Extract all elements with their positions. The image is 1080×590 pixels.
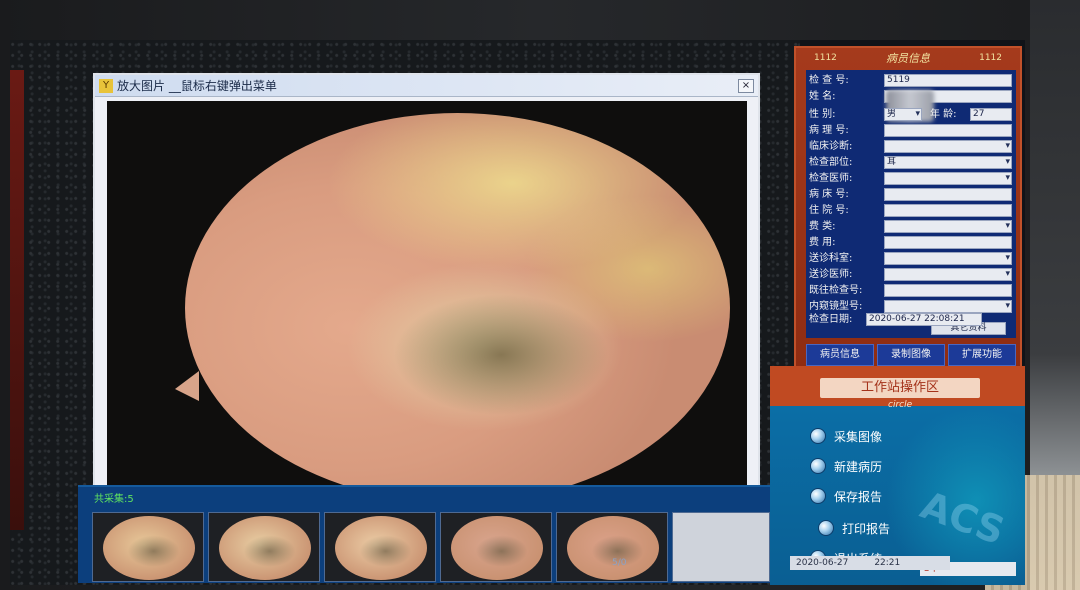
field-clinical-diagnosis: 临床诊断: [806,140,1016,154]
referral-doctor-select[interactable] [884,268,1012,281]
field-label: 检查医师: [809,173,853,184]
exam-site-select[interactable]: 耳 [884,156,1012,169]
print-report-button[interactable]: 打印报告 [818,518,890,538]
save-report-button[interactable]: 保存报告 [810,486,882,506]
field-label: 年 龄: [930,109,957,120]
tab-record-image[interactable]: 录制图像 [877,344,945,366]
field-exam-site: 检查部位: 耳 [806,156,1016,170]
workstation-panel: 工作站操作区 circle ACS 采集图像 新建病历 保存报告 打印报告 退出… [770,366,1025,585]
field-label: 病 床 号: [809,189,849,200]
info-panel-title: 病员信息 [886,52,930,65]
thumbnail-empty-slot[interactable] [672,512,770,582]
thumbnail-3[interactable] [324,512,436,582]
thumbnail-1[interactable] [92,512,204,582]
field-label: 既往检查号: [809,285,863,296]
thumbnail-5[interactable] [556,512,668,582]
watermark-logo: ACS [915,482,1011,554]
exam-no-input[interactable]: 5119 [884,74,1012,87]
field-pathology-no: 病 理 号: [806,124,1016,138]
image-tip [175,371,199,401]
field-label: 检查部位: [809,157,853,168]
bed-no-input[interactable] [884,188,1012,201]
field-referral-doctor: 送诊医师: [806,268,1016,282]
field-previous-exam-no: 既往检查号: [806,284,1016,298]
new-record-button[interactable]: 新建病历 [810,456,882,476]
field-label: 住 院 号: [809,205,849,216]
thumbnail-image [567,516,659,580]
thumbnail-image [335,516,427,580]
field-exam-date-row: 检查日期: 2020-06-27 22:08:21 [806,313,1016,327]
image-viewport[interactable] [107,101,747,509]
fee-input[interactable] [884,236,1012,249]
field-exam-no: 检 查 号: 5119 [806,74,1016,88]
field-fee-type: 费 类: [806,220,1016,234]
status-time: 22:21 [874,558,901,568]
tab-extended[interactable]: 扩展功能 [948,344,1016,366]
header-left-code: 1112 [814,53,837,63]
referral-dept-select[interactable] [884,252,1012,265]
patient-form: 检 查 号: 5119 姓 名: 性 别: 男 年 龄: 27 病 理 号: 临… [806,70,1016,338]
thumbnail-image [103,516,195,580]
button-label: 保存报告 [834,489,883,504]
sex-select[interactable]: 男 [884,108,922,121]
button-label: 采集图像 [834,429,883,444]
window-titlebar[interactable]: Y 放大图片 __鼠标右键弹出菜单 × [95,75,758,97]
field-fee: 费 用: [806,236,1016,250]
field-label: 检 查 号: [809,75,849,86]
field-label: 送诊医师: [809,269,853,280]
field-label: 检查日期: [809,314,853,325]
image-viewer-window[interactable]: Y 放大图片 __鼠标右键弹出菜单 × [93,73,760,513]
thumbnail-4[interactable] [440,512,552,582]
orb-icon [810,488,826,504]
info-panel-header: 1112 病员信息 1112 [796,48,1020,68]
field-label: 姓 名: [809,91,836,102]
button-label: 打印报告 [842,521,891,536]
exam-date-input[interactable]: 2020-06-27 22:08:21 [866,313,982,326]
workstation-title: 工作站操作区 [820,378,980,398]
button-label: 新建病历 [834,459,883,474]
thumbnail-2[interactable] [208,512,320,582]
field-label: 性 别: [809,109,836,120]
age-input[interactable]: 27 [970,108,1012,121]
page-indicator: 5/0 [612,558,627,568]
clinical-diagnosis-select[interactable] [884,140,1012,153]
orb-icon [818,520,834,536]
info-tabs: 病员信息 录制图像 扩展功能 [806,344,1016,366]
capture-image-button[interactable]: 采集图像 [810,426,882,446]
exam-doctor-select[interactable] [884,172,1012,185]
status-date-bar: 2020-06-27 22:21 [790,556,950,570]
workstation-subtitle: circle [888,400,913,410]
field-sex-age: 性 别: 男 年 龄: 27 [806,108,1016,122]
field-label: 临床诊断: [809,141,853,152]
capture-count: 共采集:5 [94,494,134,505]
tab-patient-info[interactable]: 病员信息 [806,344,874,366]
field-label: 费 类: [809,221,836,232]
field-label: 费 用: [809,237,836,248]
thumbnail-image [219,516,311,580]
thumbnail-strip: 共采集:5 [78,485,778,583]
field-label: 送诊科室: [809,253,853,264]
field-referral-dept: 送诊科室: [806,252,1016,266]
fee-type-select[interactable] [884,220,1012,233]
previous-exam-no-input[interactable] [884,284,1012,297]
orb-icon [810,458,826,474]
app-icon: Y [99,78,113,93]
field-label: 病 理 号: [809,125,849,136]
close-icon[interactable]: × [738,78,754,93]
inpatient-no-input[interactable] [884,204,1012,217]
field-bed-no: 病 床 号: [806,188,1016,202]
field-inpatient-no: 住 院 号: [806,204,1016,218]
status-date: 2020-06-27 [796,558,849,568]
window-title: 放大图片 __鼠标右键弹出菜单 [117,79,277,93]
thumbnail-image [451,516,543,580]
screen: Y 放大图片 __鼠标右键弹出菜单 × 共采集:5 5/0 1112 病员信息 … [10,40,1025,585]
pathology-no-input[interactable] [884,124,1012,137]
field-exam-doctor: 检查医师: [806,172,1016,186]
orb-icon [810,428,826,444]
header-right-code: 1112 [979,53,1002,63]
endoscope-image [175,113,730,503]
side-strip [10,70,24,530]
